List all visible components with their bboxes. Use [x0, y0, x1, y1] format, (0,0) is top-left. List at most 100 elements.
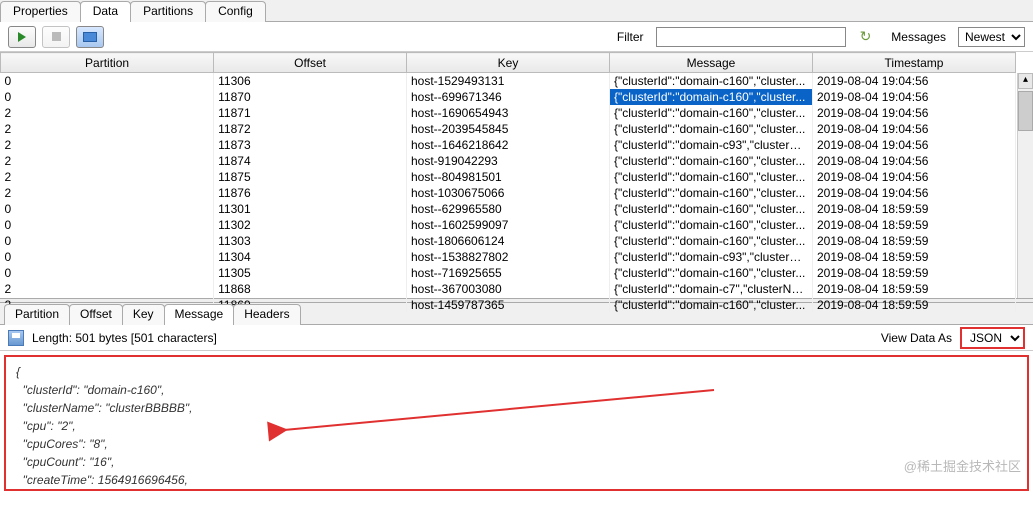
table-cell: {"clusterId":"domain-c160","cluster... — [609, 169, 812, 185]
table-cell: 11302 — [214, 217, 407, 233]
table-cell: {"clusterId":"domain-c160","cluster... — [609, 185, 812, 201]
tab-partitions[interactable]: Partitions — [130, 1, 206, 22]
messages-order-select[interactable]: Newest — [958, 27, 1025, 47]
table-cell: 11304 — [214, 249, 407, 265]
view-data-as-label: View Data As — [881, 331, 952, 345]
detail-tab-offset[interactable]: Offset — [69, 304, 123, 325]
table-cell: {"clusterId":"domain-c160","cluster... — [609, 201, 812, 217]
tab-config[interactable]: Config — [205, 1, 266, 22]
table-row[interactable]: 011870host--699671346{"clusterId":"domai… — [1, 89, 1016, 105]
scroll-thumb[interactable] — [1018, 91, 1033, 131]
table-cell: host--1690654943 — [406, 105, 609, 121]
table-cell: {"clusterId":"domain-c160","cluster... — [609, 233, 812, 249]
json-line: "cpuCores": "8", — [16, 435, 1017, 453]
table-row[interactable]: 011302host--1602599097{"clusterId":"doma… — [1, 217, 1016, 233]
table-row[interactable]: 211873host--1646218642{"clusterId":"doma… — [1, 137, 1016, 153]
filter-input[interactable] — [656, 27, 846, 47]
table-cell: host-1459787365 — [406, 297, 609, 313]
table-cell: 11303 — [214, 233, 407, 249]
view-data-as-select[interactable]: JSON — [960, 327, 1025, 349]
toolbar: Filter ↻ Messages Newest — [0, 22, 1033, 52]
table-cell: {"clusterId":"domain-c160","cluster... — [609, 153, 812, 169]
play-button[interactable] — [8, 26, 36, 48]
json-line: "clusterName": "clusterBBBBB", — [16, 399, 1017, 417]
table-cell: 11874 — [214, 153, 407, 169]
json-line: "createTime": 1564916696456, — [16, 471, 1017, 489]
table-cell: 11876 — [214, 185, 407, 201]
table-cell: {"clusterId":"domain-c160","cluster... — [609, 73, 812, 90]
tab-properties[interactable]: Properties — [0, 1, 81, 22]
table-cell: 0 — [1, 73, 214, 90]
table-cell: {"clusterId":"domain-c160","cluster... — [609, 89, 812, 105]
table-cell: 0 — [1, 233, 214, 249]
table-cell: 11306 — [214, 73, 407, 90]
table-cell: host-919042293 — [406, 153, 609, 169]
json-line: "cpu": "2", — [16, 417, 1017, 435]
table-row[interactable]: 211872host--2039545845{"clusterId":"doma… — [1, 121, 1016, 137]
detail-tab-partition[interactable]: Partition — [4, 304, 70, 325]
col-key[interactable]: Key — [406, 53, 609, 73]
table-cell: 2019-08-04 18:59:59 — [812, 201, 1015, 217]
table-cell: 2019-08-04 19:04:56 — [812, 153, 1015, 169]
table-row[interactable]: 211874host-919042293{"clusterId":"domain… — [1, 153, 1016, 169]
table-cell: {"clusterId":"domain-c93","clusterN... — [609, 137, 812, 153]
table-cell: host--2039545845 — [406, 121, 609, 137]
table-row[interactable]: 211871host--1690654943{"clusterId":"doma… — [1, 105, 1016, 121]
table-cell: host-1030675066 — [406, 185, 609, 201]
table-cell: 11301 — [214, 201, 407, 217]
table-cell: 2019-08-04 19:04:56 — [812, 169, 1015, 185]
json-line: "documentId": "1_host-163_1564916696456"… — [16, 489, 1017, 491]
table-row[interactable]: 211876host-1030675066{"clusterId":"domai… — [1, 185, 1016, 201]
table-cell: 2 — [1, 137, 214, 153]
table-row[interactable]: 011306host-1529493131{"clusterId":"domai… — [1, 73, 1016, 90]
table-cell: 11305 — [214, 265, 407, 281]
table-cell: 11873 — [214, 137, 407, 153]
table-cell: 2019-08-04 19:04:56 — [812, 73, 1015, 90]
stop-button[interactable] — [42, 26, 70, 48]
table-cell: 2 — [1, 169, 214, 185]
detail-tab-key[interactable]: Key — [122, 304, 165, 325]
table-cell: {"clusterId":"domain-c160","cluster... — [609, 121, 812, 137]
table-row[interactable]: 011301host--629965580{"clusterId":"domai… — [1, 201, 1016, 217]
detail-tab-headers[interactable]: Headers — [233, 304, 300, 325]
save-icon[interactable] — [8, 330, 24, 346]
scroll-up-icon[interactable]: ▴ — [1018, 73, 1033, 89]
table-row[interactable]: 011304host--1538827802{"clusterId":"doma… — [1, 249, 1016, 265]
col-offset[interactable]: Offset — [214, 53, 407, 73]
view-mode-button[interactable] — [76, 26, 104, 48]
refresh-icon[interactable]: ↻ — [860, 28, 872, 45]
table-row[interactable]: 211875host--804981501{"clusterId":"domai… — [1, 169, 1016, 185]
table-cell: 0 — [1, 265, 214, 281]
detail-tab-message[interactable]: Message — [164, 304, 235, 325]
col-partition[interactable]: Partition — [1, 53, 214, 73]
table-cell: host-1529493131 — [406, 73, 609, 90]
messages-label: Messages — [891, 30, 946, 44]
table-cell: 0 — [1, 89, 214, 105]
table-row[interactable]: 211868host--367003080{"clusterId":"domai… — [1, 281, 1016, 297]
table-cell: host--716925655 — [406, 265, 609, 281]
grid-icon — [83, 32, 97, 42]
table-cell: host--1646218642 — [406, 137, 609, 153]
top-tabs: Properties Data Partitions Config — [0, 0, 1033, 22]
table-cell: 2 — [1, 185, 214, 201]
table-cell: 2019-08-04 19:04:56 — [812, 137, 1015, 153]
table-cell: {"clusterId":"domain-c93","clusterN... — [609, 249, 812, 265]
table-cell: {"clusterId":"domain-c7","clusterNa... — [609, 281, 812, 297]
table-cell: 11871 — [214, 105, 407, 121]
table-cell: 11875 — [214, 169, 407, 185]
table-row[interactable]: 011305host--716925655{"clusterId":"domai… — [1, 265, 1016, 281]
json-viewer: { "clusterId": "domain-c160", "clusterNa… — [4, 355, 1029, 491]
table-cell: host--1538827802 — [406, 249, 609, 265]
table-row[interactable]: 011303host-1806606124{"clusterId":"domai… — [1, 233, 1016, 249]
tab-data[interactable]: Data — [80, 1, 131, 22]
table-cell: host--699671346 — [406, 89, 609, 105]
vertical-scrollbar[interactable]: ▴ — [1017, 73, 1033, 298]
length-label: Length: 501 bytes [501 characters] — [32, 331, 217, 345]
col-timestamp[interactable]: Timestamp — [812, 53, 1015, 73]
col-message[interactable]: Message — [609, 53, 812, 73]
filter-label: Filter — [617, 30, 644, 44]
table-cell: host-1806606124 — [406, 233, 609, 249]
table-cell: 0 — [1, 201, 214, 217]
table-cell: host--367003080 — [406, 281, 609, 297]
table-cell: 11870 — [214, 89, 407, 105]
